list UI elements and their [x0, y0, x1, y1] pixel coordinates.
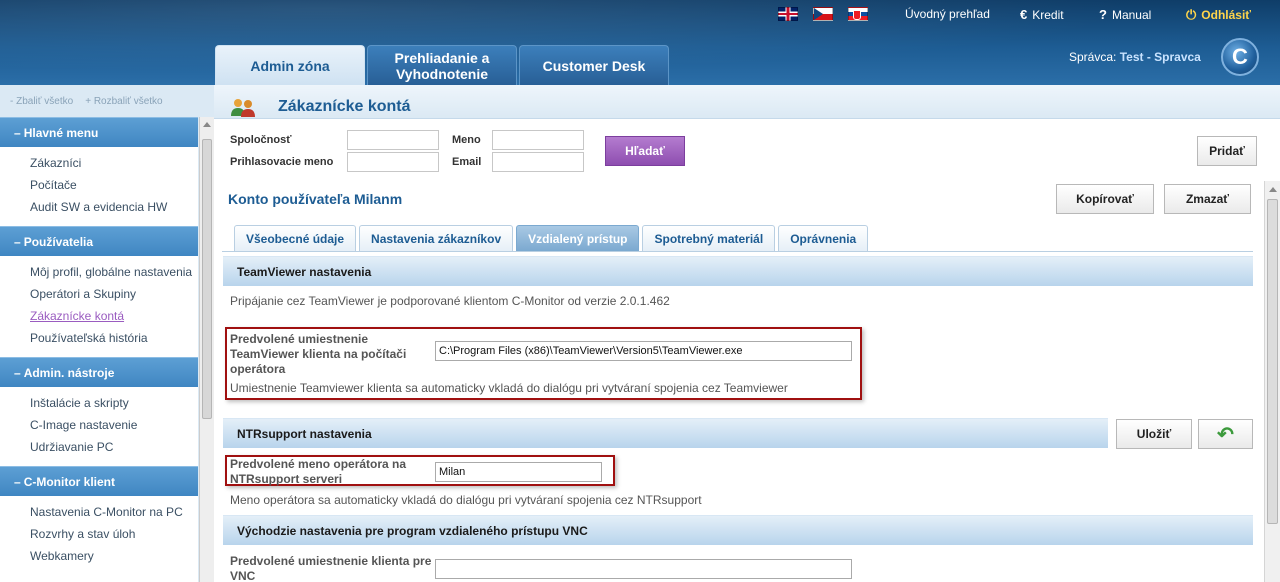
manual-link[interactable]: ? Manual [1099, 7, 1151, 22]
en-flag-icon[interactable] [778, 7, 798, 21]
logout-link-label: Odhlásiť [1201, 8, 1252, 22]
ntr-section-header: NTRsupport nastavenia [223, 418, 1108, 448]
sidebar-item-webcams[interactable]: Webkamery [30, 546, 198, 568]
add-button[interactable]: Pridať [1197, 136, 1257, 166]
help-icon: ? [1099, 7, 1107, 22]
tab-customer-settings[interactable]: Nastavenia zákazníkov [359, 225, 514, 251]
sk-flag-icon[interactable] [848, 7, 868, 21]
credit-link[interactable]: € Kredit [1020, 7, 1064, 22]
subtab-divider [222, 251, 1253, 252]
sidebar-scroll-thumb[interactable] [202, 139, 212, 419]
admin-info: Správca: Test - Spravca [1069, 50, 1201, 64]
scroll-up-icon[interactable] [1269, 187, 1277, 192]
undo-button[interactable]: ↶ [1198, 419, 1253, 449]
vnc-section-header: Východzie nastavenia pre program vzdiale… [223, 515, 1253, 545]
email-input[interactable] [492, 152, 584, 172]
sidebar-section-admin-tools[interactable]: Admin. nástroje [0, 357, 198, 387]
login-label: Prihlasovacie meno [230, 156, 334, 168]
main-scrollbar[interactable] [1264, 181, 1280, 582]
collapse-all-link[interactable]: - Zbaliť všetko [10, 96, 73, 107]
c-monitor-logo: C [1221, 38, 1259, 76]
users-icon [231, 99, 255, 117]
tab-customer-desk[interactable]: Customer Desk [519, 45, 669, 85]
teamviewer-hint: Umiestnenie Teamviewer klienta sa automa… [230, 381, 788, 395]
logout-link[interactable]: ⏻ Odhlásiť [1186, 7, 1251, 23]
company-input[interactable] [347, 130, 439, 150]
admin-name: Test - Spravca [1119, 50, 1201, 64]
sidebar-item-audit[interactable]: Audit SW a evidencia HW [30, 197, 198, 219]
tab-general[interactable]: Všeobecné údaje [234, 225, 357, 251]
sidebar: - Zbaliť všetko + Rozbaliť všetko Hlavné… [0, 85, 214, 582]
tab-consumables[interactable]: Spotrebný materiál [642, 225, 776, 251]
teamviewer-path-input[interactable] [435, 341, 852, 361]
login-input[interactable] [347, 152, 439, 172]
email-label: Email [452, 156, 482, 168]
main-area: Zákaznícke kontá Spoločnosť Meno Prihlas… [214, 85, 1280, 582]
sidebar-item-profile[interactable]: Môj profil, globálne nastavenia [30, 262, 198, 284]
power-icon: ⏻ [1186, 7, 1197, 22]
sidebar-item-c-monitor-settings[interactable]: Nastavenia C-Monitor na PC [30, 502, 198, 524]
page-title-bar: Zákaznícke kontá [214, 85, 1280, 119]
vnc-path-input[interactable] [435, 559, 852, 579]
main-scroll-thumb[interactable] [1267, 199, 1278, 524]
undo-arrow-icon: ↶ [1217, 423, 1234, 446]
sidebar-item-c-image[interactable]: C-Image nastavenie [30, 415, 198, 437]
admin-label: Správca: [1069, 50, 1117, 64]
teamviewer-path-label: Predvolené umiestnenie TeamViewer klient… [230, 332, 407, 376]
name-input[interactable] [492, 130, 584, 150]
overview-link-label: Úvodný prehľad [905, 7, 990, 21]
sidebar-scrollbar[interactable] [199, 117, 214, 582]
search-button[interactable]: Hľadať [605, 136, 685, 166]
tab-permissions[interactable]: Oprávnenia [778, 225, 869, 251]
teamviewer-note: Pripájanie cez TeamViewer je podporované… [230, 294, 670, 308]
page-title: Zákaznícke kontá [278, 98, 411, 115]
manual-link-label: Manual [1111, 7, 1152, 22]
account-subtabs: Všeobecné údaje Nastavenia zákazníkov Vz… [234, 225, 869, 251]
vnc-path-label: Predvolené umiestnenie klienta pre VNC [230, 554, 432, 582]
sidebar-item-customer-accounts[interactable]: Zákaznícke kontá [30, 306, 198, 328]
sidebar-section-users[interactable]: Používatelia [0, 226, 198, 256]
sidebar-item-customers[interactable]: Zákazníci [30, 153, 198, 175]
ntr-operator-input[interactable] [435, 462, 602, 482]
euro-icon: € [1020, 7, 1028, 22]
expand-all-link[interactable]: + Rozbaliť všetko [85, 96, 162, 107]
delete-button[interactable]: Zmazať [1164, 184, 1251, 214]
account-detail: Konto používateľa Milanm Kopírovať Zmaza… [214, 181, 1264, 582]
sidebar-item-schedules[interactable]: Rozvrhy a stav úloh [30, 524, 198, 546]
account-title: Konto používateľa Milanm [228, 191, 403, 207]
sidebar-item-installs[interactable]: Inštalácie a skripty [30, 393, 198, 415]
sidebar-item-user-history[interactable]: Používateľská história [30, 328, 198, 350]
sidebar-section-main-menu[interactable]: Hlavné menu [0, 117, 198, 147]
teamviewer-section-header: TeamViewer nastavenia [223, 256, 1253, 286]
copy-button[interactable]: Kopírovať [1056, 184, 1154, 214]
company-label: Spoločnosť [230, 134, 292, 146]
name-label: Meno [452, 134, 481, 146]
overview-link[interactable]: Úvodný prehľad [905, 7, 990, 21]
sidebar-item-computers[interactable]: Počítače [30, 175, 198, 197]
save-button[interactable]: Uložiť [1116, 419, 1192, 449]
scroll-up-icon[interactable] [203, 122, 211, 127]
ntr-operator-label: Predvolené meno operátora na NTRsupport … [230, 457, 407, 486]
sidebar-item-maintenance[interactable]: Udržiavanie PC [30, 437, 198, 459]
cz-flag-icon[interactable] [813, 7, 833, 21]
tab-review-evaluation[interactable]: Prehliadanie a Vyhodnotenie [367, 45, 517, 85]
tab-remote-access[interactable]: Vzdialený prístup [516, 225, 640, 251]
tab-admin-zone[interactable]: Admin zóna [215, 45, 365, 85]
credit-link-label: Kredit [1032, 7, 1064, 22]
sidebar-section-c-monitor[interactable]: C-Monitor klient [0, 466, 198, 496]
ntr-hint: Meno operátora sa automaticky vkladá do … [230, 493, 702, 507]
sidebar-menu: Hlavné menu Zákazníci Počítače Audit SW … [0, 117, 198, 582]
sidebar-item-operators[interactable]: Operátori a Skupiny [30, 284, 198, 306]
sidebar-tools: - Zbaliť všetko + Rozbaliť všetko [10, 96, 163, 107]
